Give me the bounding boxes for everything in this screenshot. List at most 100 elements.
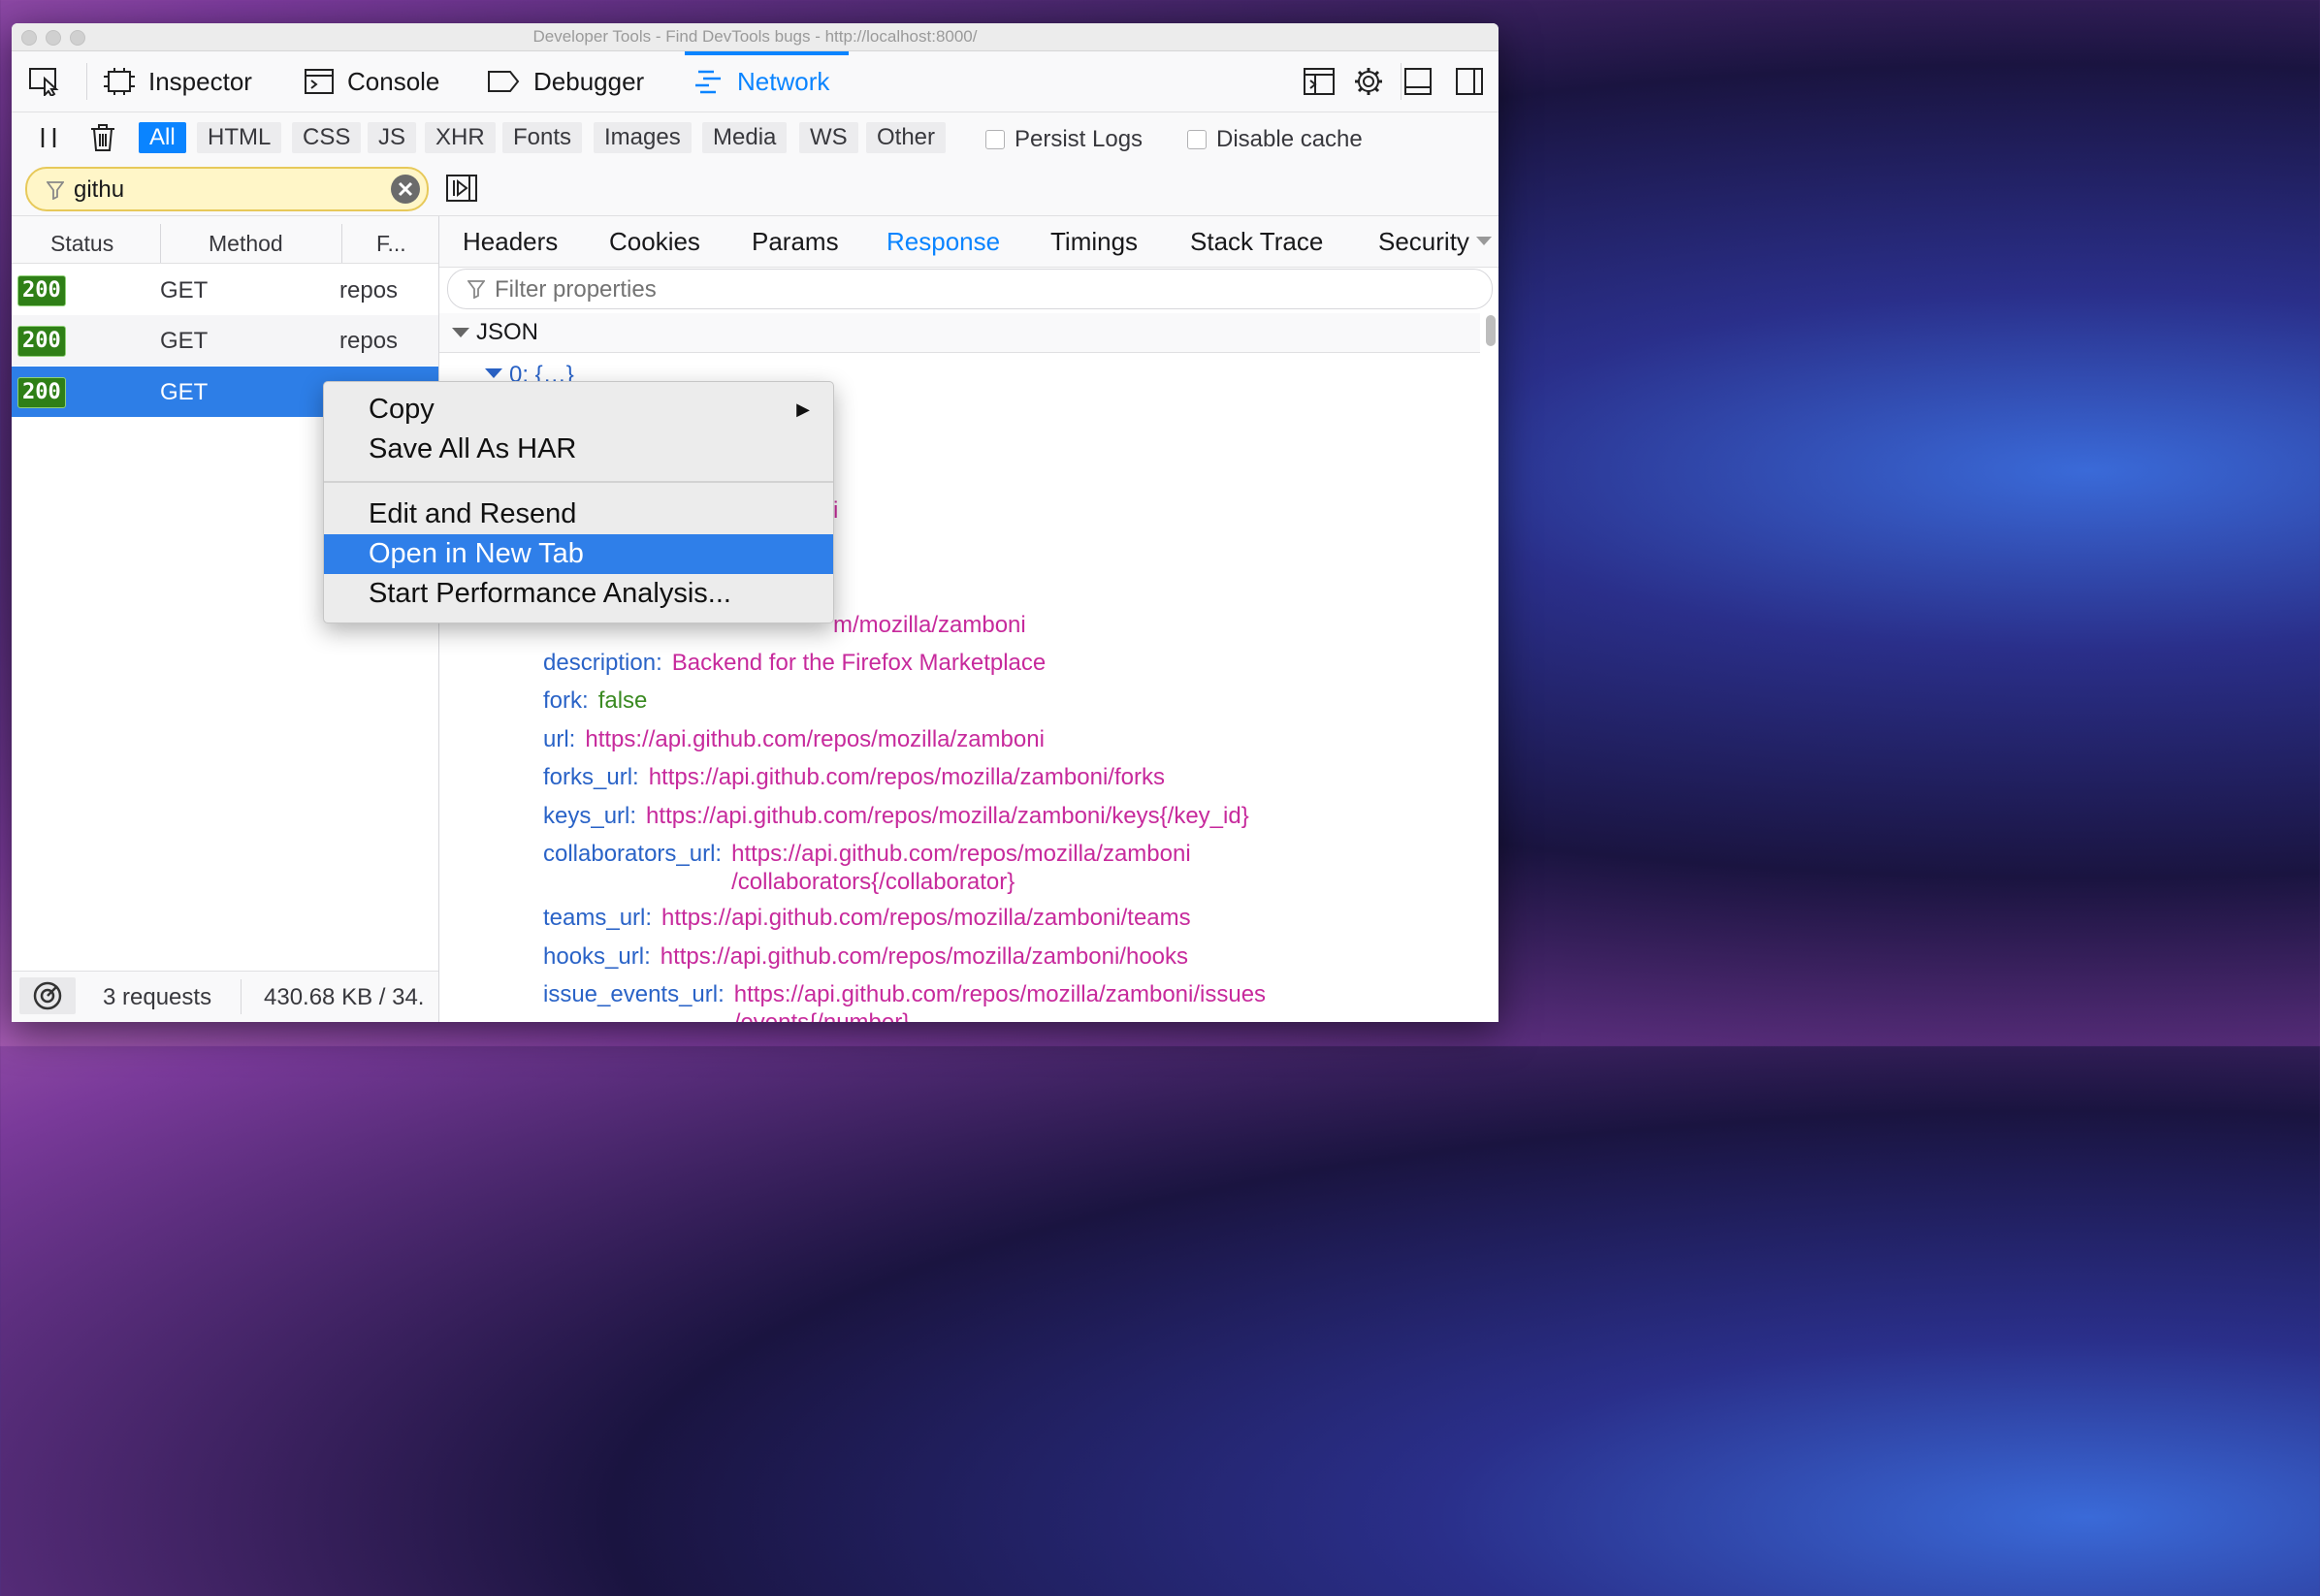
chevron-down-icon (452, 328, 469, 337)
element-picker-icon[interactable] (27, 64, 62, 99)
request-file: repos (339, 277, 399, 303)
menu-item-start-performance-analysis[interactable]: Start Performance Analysis... (324, 574, 833, 614)
json-key: forks_url: (543, 764, 639, 790)
filter-type-js[interactable]: JS (368, 122, 417, 153)
minimize-window-button[interactable] (46, 30, 61, 46)
title-bar: Developer Tools - Find DevTools bugs - h… (12, 23, 1498, 51)
json-section-header[interactable]: JSON (439, 313, 1480, 353)
json-key: fork: (543, 687, 589, 714)
request-file: repos (339, 328, 399, 354)
request-row[interactable]: 200 GET repos (12, 315, 438, 366)
status-badge: 200 (17, 326, 66, 357)
pause-icon[interactable] (31, 120, 66, 155)
persist-logs-checkbox[interactable]: Persist Logs (985, 126, 1143, 153)
clear-icon[interactable] (389, 173, 422, 206)
menu-separator (324, 481, 833, 483)
tab-timings[interactable]: Timings (1050, 216, 1138, 267)
url-filter-input[interactable]: githu (25, 167, 429, 211)
tab-stack-trace[interactable]: Stack Trace (1190, 216, 1323, 267)
menu-item-open-in-new-tab[interactable]: Open in New Tab (324, 534, 833, 574)
filter-type-fonts[interactable]: Fonts (502, 122, 583, 153)
status-badge: 200 (17, 275, 66, 306)
json-label: JSON (476, 319, 539, 345)
json-key: url: (543, 726, 576, 752)
json-property: fork: false (543, 686, 647, 715)
tab-cookies[interactable]: Cookies (609, 216, 700, 267)
zoom-window-button[interactable] (70, 30, 85, 46)
performance-analysis-button[interactable] (19, 977, 76, 1014)
filter-icon (467, 280, 485, 299)
network-filter-bar: All HTML CSS JS XHR Fonts Images Media W… (12, 112, 1498, 216)
tab-network-label: Network (737, 66, 830, 96)
filter-type-css[interactable]: CSS (292, 122, 362, 153)
json-key: collaborators_url: (543, 841, 723, 867)
json-value: https://api.github.com/repos/mozilla/zam… (648, 764, 1165, 790)
tab-security[interactable]: Security (1378, 216, 1469, 267)
json-property: teams_url: https://api.github.com/repos/… (543, 904, 1191, 932)
menu-item-save-all-as-har[interactable]: Save All As HAR (324, 430, 833, 469)
json-value: https://api.github.com/repos/mozilla/zam… (733, 981, 1267, 1007)
dock-bottom-icon[interactable] (1401, 64, 1435, 99)
json-key: issue_events_url: (543, 981, 725, 1007)
request-method: GET (160, 379, 209, 405)
gear-icon[interactable] (1351, 64, 1386, 99)
status-badge: 200 (17, 377, 66, 408)
network-summary-footer: 3 requests 430.68 KB / 34. (12, 971, 438, 1022)
json-value: Backend for the Firefox Marketplace (671, 650, 1047, 676)
json-value-multiline: https://api.github.com/repos/mozilla/zam… (731, 840, 1191, 896)
split-console-icon[interactable] (1302, 64, 1337, 99)
debugger-icon (488, 71, 520, 92)
tab-debugger[interactable]: Debugger (487, 51, 644, 112)
stopwatch-icon (33, 981, 62, 1010)
close-window-button[interactable] (21, 30, 37, 46)
menu-item-copy[interactable]: Copy ▶ (324, 390, 833, 430)
column-method[interactable]: Method (209, 216, 283, 263)
filter-type-html[interactable]: HTML (197, 122, 282, 153)
persist-logs-label: Persist Logs (1015, 126, 1144, 152)
filter-icon (47, 181, 64, 200)
json-value-multiline: https://api.github.com/repos/mozilla/zam… (734, 980, 1266, 1022)
url-filter-value: githu (74, 176, 125, 203)
request-row[interactable]: 200 GET repos (12, 265, 438, 315)
menu-item-copy-label: Copy (369, 394, 435, 425)
json-value: https://api.github.com/repos/mozilla/zam… (731, 841, 1191, 867)
json-property: collaborators_url: https://api.github.co… (543, 840, 1191, 896)
tab-network[interactable]: Network (684, 51, 850, 112)
column-status[interactable]: Status (50, 216, 113, 263)
scrollbar-thumb[interactable] (1486, 315, 1496, 346)
window-title: Developer Tools - Find DevTools bugs - h… (532, 27, 978, 46)
tab-params[interactable]: Params (752, 216, 839, 267)
column-file[interactable]: F... (376, 216, 406, 263)
filter-type-other[interactable]: Other (866, 122, 947, 153)
filter-type-images[interactable]: Images (594, 122, 692, 153)
filter-type-media[interactable]: Media (702, 122, 788, 153)
disable-cache-box[interactable] (1187, 130, 1207, 149)
filter-properties-input[interactable]: Filter properties (447, 269, 1493, 309)
disable-cache-label: Disable cache (1216, 126, 1363, 152)
request-method: GET (160, 277, 209, 303)
tab-console[interactable]: Console (305, 51, 439, 112)
filter-properties-placeholder: Filter properties (495, 276, 657, 303)
network-icon (695, 70, 721, 94)
filter-type-ws[interactable]: WS (799, 122, 858, 153)
trash-icon[interactable] (85, 120, 120, 155)
tab-headers[interactable]: Headers (463, 216, 558, 267)
dock-side-icon[interactable] (1452, 64, 1487, 99)
persist-logs-box[interactable] (985, 130, 1005, 149)
toggle-sidebar-icon[interactable] (444, 171, 479, 206)
menu-item-edit-and-resend[interactable]: Edit and Resend (324, 495, 833, 534)
disable-cache-checkbox[interactable]: Disable cache (1187, 126, 1363, 153)
filter-type-all[interactable]: All (139, 122, 186, 153)
json-property: forks_url: https://api.github.com/repos/… (543, 763, 1165, 791)
tab-debugger-label: Debugger (533, 66, 645, 96)
filter-type-xhr[interactable]: XHR (425, 122, 496, 153)
response-scrollbar[interactable] (1483, 313, 1497, 1022)
transfer-size: 430.68 KB / 34. (264, 984, 425, 1010)
json-value: https://api.github.com/repos/mozilla/zam… (646, 803, 1249, 829)
json-value-partial: m/mozilla/zamboni (833, 612, 1026, 638)
json-value: https://api.github.com/repos/mozilla/zam… (585, 726, 1045, 752)
tab-response[interactable]: Response (886, 216, 1000, 267)
json-property: description: Backend for the Firefox Mar… (543, 649, 1046, 677)
tab-inspector[interactable]: Inspector (104, 51, 252, 112)
chevron-down-icon[interactable] (1475, 236, 1493, 247)
